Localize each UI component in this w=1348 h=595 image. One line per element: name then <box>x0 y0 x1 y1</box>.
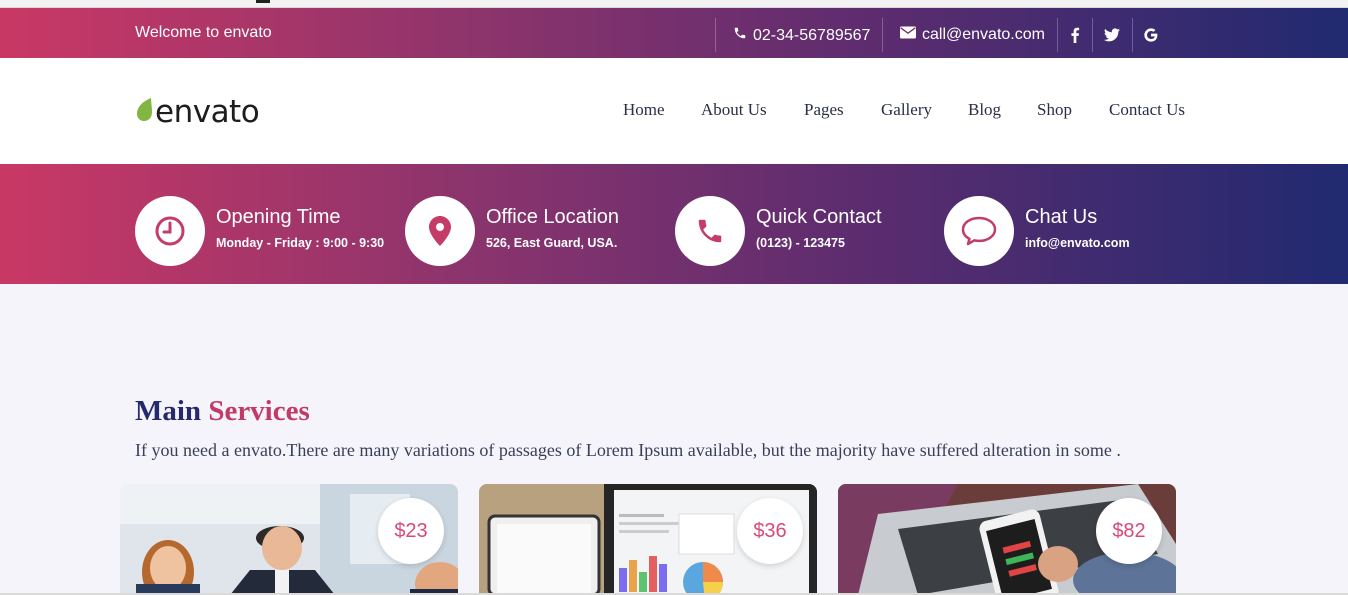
divider <box>1132 18 1133 52</box>
nav-blog[interactable]: Blog <box>968 100 1001 120</box>
section-title: Main Services <box>135 395 310 428</box>
site-header: envato Home About Us Pages Gallery Blog … <box>0 58 1348 164</box>
envelope-icon <box>900 26 916 44</box>
phone-icon <box>675 196 745 266</box>
phone-contact[interactable]: 02-34-56789567 <box>733 26 870 45</box>
phone-number: 02-34-56789567 <box>753 26 871 44</box>
info-title: Opening Time <box>216 206 341 228</box>
info-band: Opening Time Monday - Friday : 9:00 - 9:… <box>0 164 1348 284</box>
leaf-icon <box>135 97 155 128</box>
envato-logo[interactable]: envato <box>135 94 260 130</box>
info-sub: (0123) - 123475 <box>756 236 845 250</box>
divider <box>882 18 883 52</box>
info-title: Office Location <box>486 206 620 228</box>
nav-about-us[interactable]: About Us <box>701 100 767 120</box>
browser-top-strip <box>0 0 1348 8</box>
info-sub: Monday - Friday : 9:00 - 9:30 <box>216 236 385 250</box>
tab-marker <box>256 0 270 3</box>
clock-icon <box>135 196 205 266</box>
facebook-icon[interactable] <box>1065 25 1085 45</box>
phone-icon <box>733 26 747 45</box>
price-badge: $82 <box>1096 498 1162 564</box>
nav-home[interactable]: Home <box>623 100 665 120</box>
section-title-main: Main <box>135 395 202 427</box>
price-badge: $23 <box>378 498 444 564</box>
google-icon[interactable] <box>1141 25 1161 45</box>
chat-bubble-icon <box>944 196 1014 266</box>
info-title: Chat Us <box>1025 206 1098 228</box>
info-sub: info@envato.com <box>1025 236 1130 250</box>
email-address: call@envato.com <box>922 26 1045 43</box>
welcome-text: Welcome to envato <box>135 24 272 41</box>
nav-gallery[interactable]: Gallery <box>881 100 932 120</box>
info-sub: 526, East Guard, USA. <box>486 236 618 250</box>
nav-contact-us[interactable]: Contact Us <box>1109 100 1185 120</box>
service-card[interactable]: $82 <box>838 484 1176 595</box>
service-card[interactable]: $36 <box>479 484 817 595</box>
logo-text: envato <box>155 94 260 130</box>
section-title-services: Services <box>208 395 310 427</box>
divider <box>1092 18 1093 52</box>
nav-shop[interactable]: Shop <box>1037 100 1072 120</box>
service-card[interactable]: $23 <box>120 484 458 595</box>
map-pin-icon <box>405 196 475 266</box>
email-contact[interactable]: call@envato.com <box>900 26 1045 44</box>
divider <box>715 18 716 52</box>
divider <box>1057 18 1058 52</box>
section-description: If you need a envato.There are many vari… <box>135 440 1121 460</box>
price-badge: $36 <box>737 498 803 564</box>
info-title: Quick Contact <box>756 206 882 228</box>
nav-pages[interactable]: Pages <box>804 100 844 120</box>
twitter-icon[interactable] <box>1102 25 1122 45</box>
top-bar: Welcome to envato 02-34-56789567 call@en… <box>0 8 1348 58</box>
